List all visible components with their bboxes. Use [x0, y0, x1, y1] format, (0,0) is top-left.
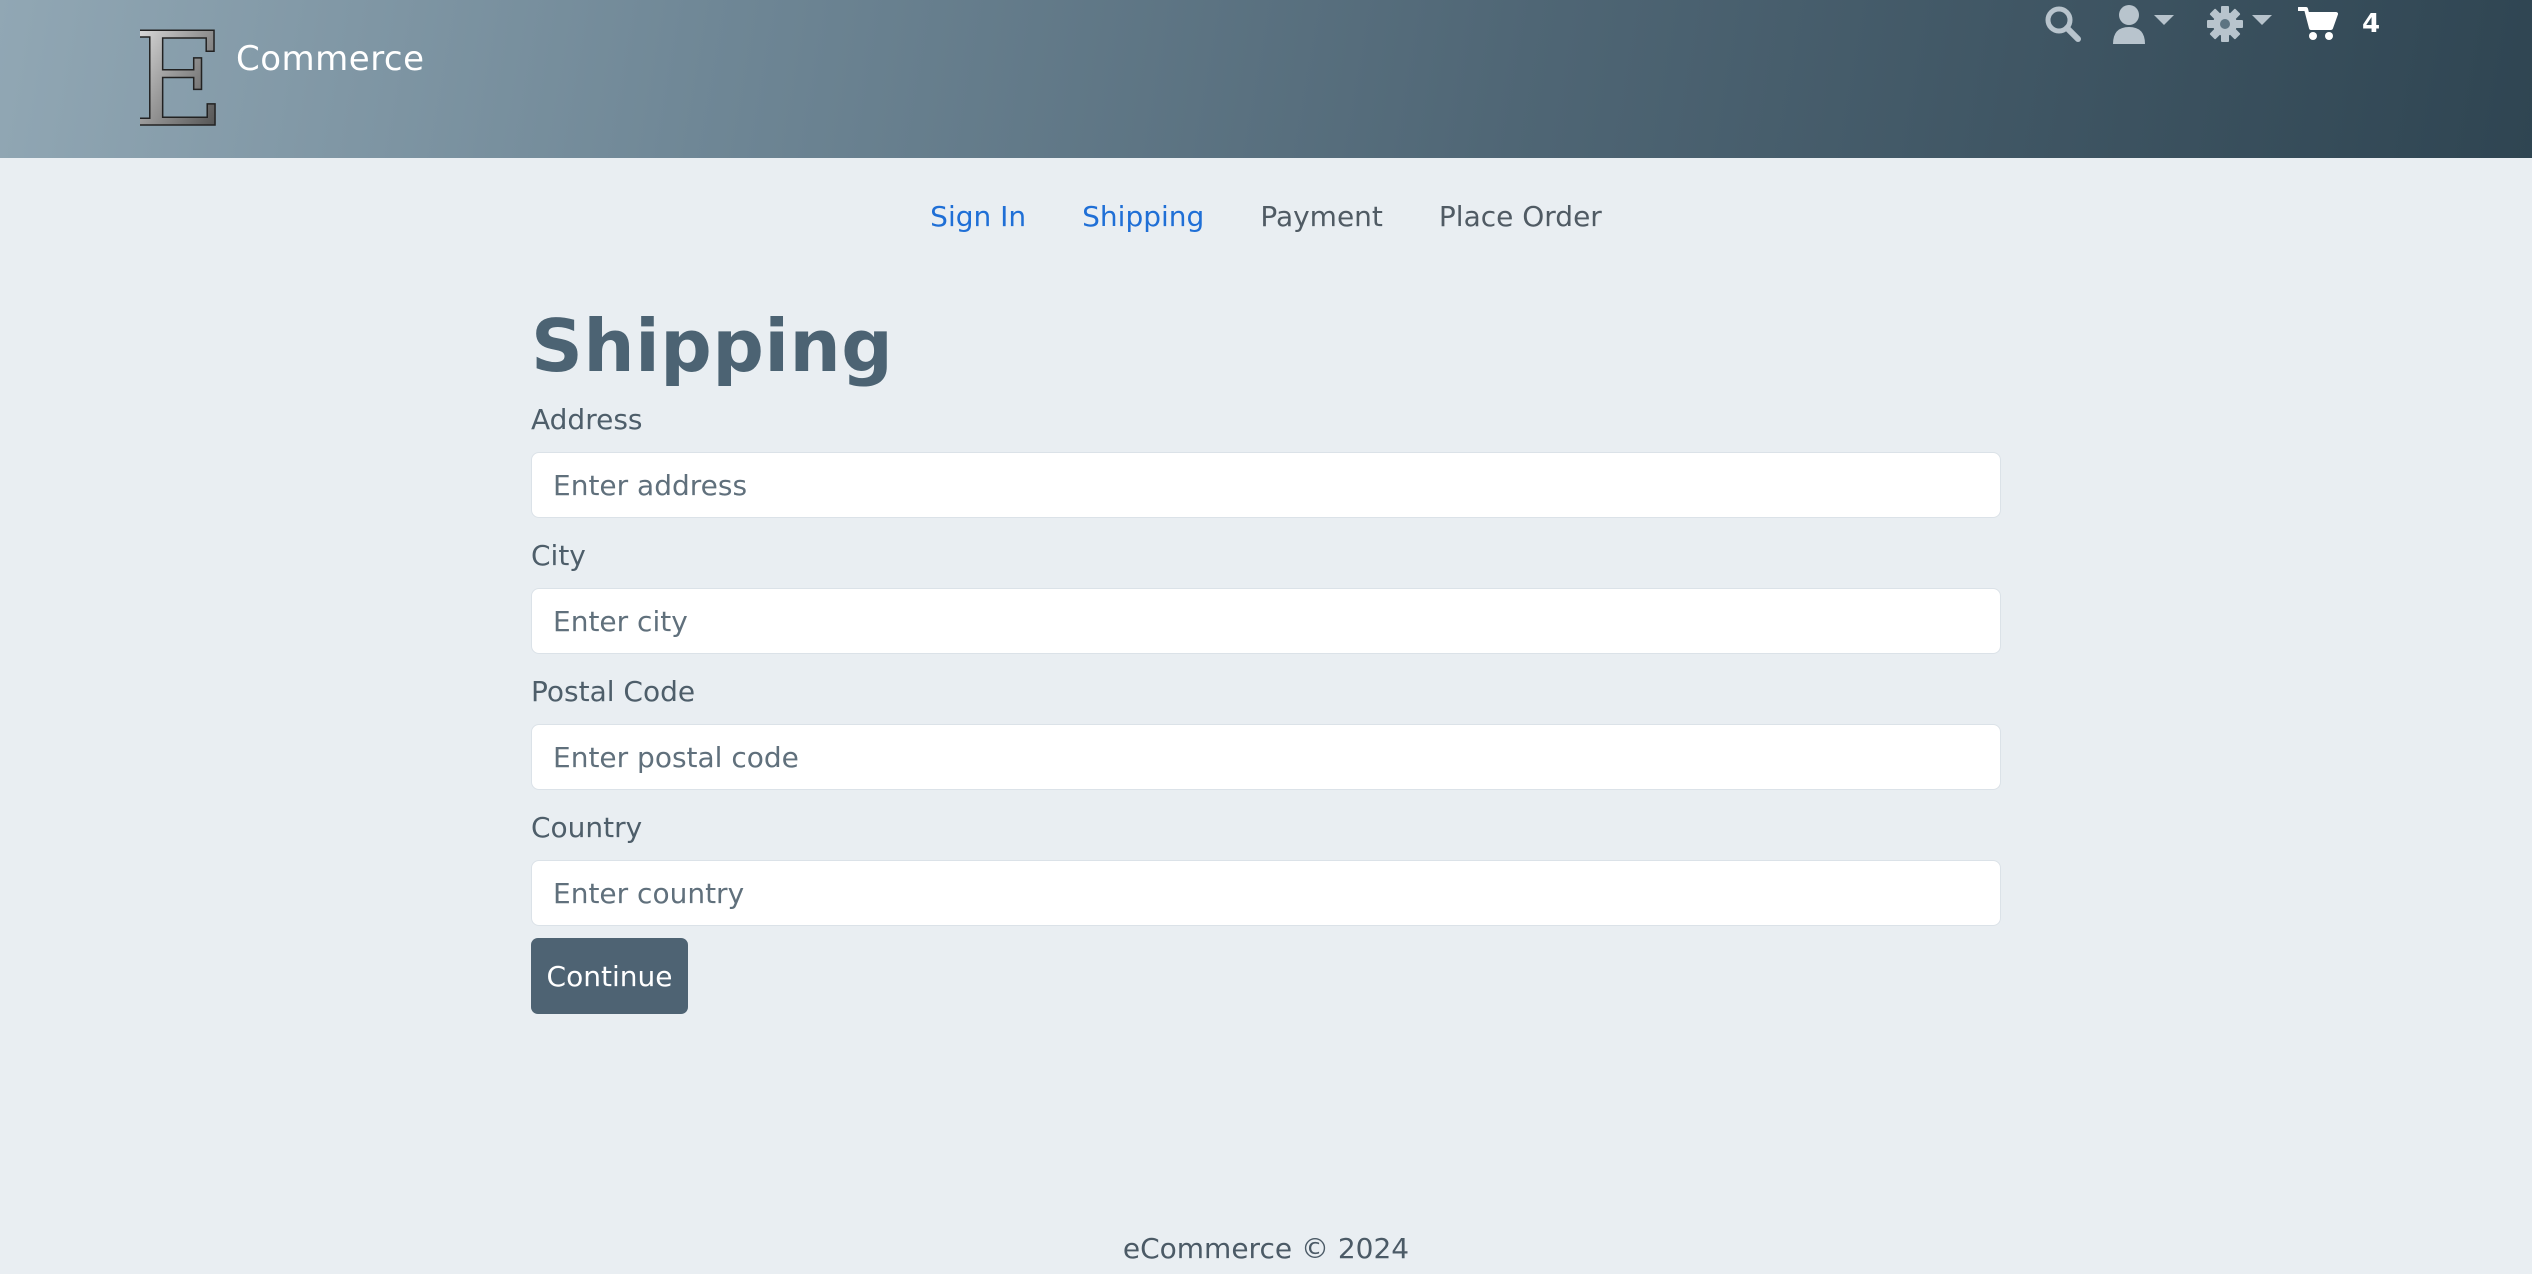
page-title: Shipping	[531, 304, 894, 388]
postal-code-label: Postal Code	[531, 675, 696, 708]
settings-menu-dropdown[interactable]	[2206, 0, 2272, 48]
country-label: Country	[531, 811, 643, 844]
user-icon	[2113, 5, 2145, 44]
cart-count-badge: 4	[2362, 9, 2381, 39]
cart-button[interactable]: 4	[2298, 0, 2380, 48]
postal-code-group: Postal Code	[531, 672, 2001, 790]
chevron-down-icon	[2252, 15, 2272, 25]
checkout-steps: Sign In Shipping Payment Place Order	[0, 200, 2532, 233]
step-sign-in[interactable]: Sign In	[930, 200, 1026, 233]
city-label: City	[531, 539, 586, 572]
gear-icon	[2207, 6, 2243, 42]
city-input[interactable]	[531, 588, 2001, 654]
step-payment: Payment	[1260, 200, 1383, 233]
footer-copyright: eCommerce © 2024	[1122, 1232, 1410, 1265]
country-input[interactable]	[531, 860, 2001, 926]
address-input[interactable]	[531, 452, 2001, 518]
city-group: City	[531, 536, 2001, 654]
search-button[interactable]	[2044, 0, 2082, 48]
address-group: Address	[531, 400, 2001, 518]
postal-code-input[interactable]	[531, 724, 2001, 790]
user-menu-dropdown[interactable]	[2112, 0, 2174, 48]
country-group: Country	[531, 808, 2001, 926]
continue-button[interactable]: Continue	[531, 938, 688, 1014]
step-shipping[interactable]: Shipping	[1082, 200, 1204, 233]
cart-icon	[2298, 7, 2338, 40]
shipping-form-container: Shipping Address City Postal Code Countr…	[531, 296, 2001, 1014]
search-icon	[2045, 6, 2081, 42]
top-navbar: E Commerce 4	[0, 0, 2532, 158]
brand-link[interactable]: E Commerce	[140, 20, 425, 138]
brand-name: Commerce	[236, 39, 425, 79]
shipping-form: Address City Postal Code Country Continu…	[531, 400, 2001, 1014]
step-place-order: Place Order	[1438, 200, 1602, 233]
footer: eCommerce © 2024	[0, 1232, 2532, 1265]
address-label: Address	[531, 403, 643, 436]
brand-logo-letter: E	[140, 21, 216, 137]
chevron-down-icon	[2154, 15, 2174, 25]
brand-logo: E	[140, 21, 216, 137]
